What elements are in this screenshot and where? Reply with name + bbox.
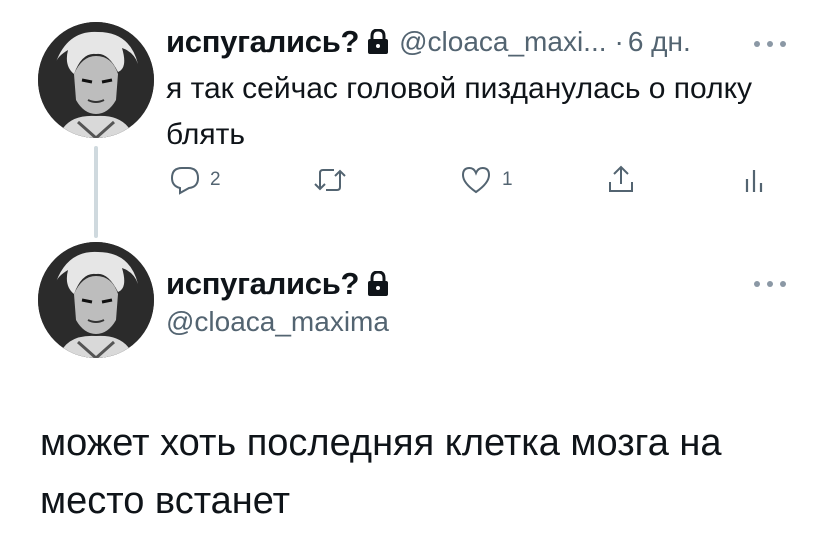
tweet-header: испугались? [166, 264, 389, 304]
more-dots-icon[interactable] [754, 38, 786, 50]
lock-icon [368, 29, 389, 54]
handle[interactable]: @cloaca_maxi... [399, 26, 606, 58]
heart-icon [461, 166, 491, 194]
avatar[interactable] [38, 242, 154, 358]
reply-button[interactable]: 2 [170, 160, 221, 200]
reply-icon [170, 167, 200, 195]
retweet-icon [314, 169, 346, 191]
tweet-thread: испугались? @cloaca_maxi... · 6 дн. я та… [0, 0, 828, 538]
thread-connector [94, 146, 98, 238]
reply-count: 2 [210, 169, 221, 190]
avatar[interactable] [38, 22, 154, 138]
analytics-icon [745, 170, 763, 192]
display-name[interactable]: испугались? [166, 24, 359, 60]
like-button[interactable]: 1 [460, 160, 513, 200]
like-count: 1 [502, 169, 513, 190]
handle[interactable]: @cloaca_maxima [166, 306, 389, 338]
tweet-actions: 2 1 [170, 160, 770, 200]
tweet-text: может хоть последняя клетка мозга на мес… [40, 422, 722, 522]
avatar-image [38, 22, 154, 138]
more-dots-icon[interactable] [754, 278, 786, 290]
tweet-text: я так сейчас головой пизданулась о полку… [166, 72, 753, 151]
timestamp[interactable]: 6 дн. [628, 26, 691, 58]
share-icon [609, 165, 633, 192]
separator-dot: · [614, 26, 624, 57]
display-name[interactable]: испугались? [166, 266, 359, 302]
lock-icon [368, 271, 389, 296]
share-button[interactable] [606, 160, 636, 200]
avatar-image [38, 242, 154, 358]
retweet-button[interactable] [312, 160, 358, 200]
analytics-button[interactable] [744, 160, 764, 200]
tweet-header: испугались? @cloaca_maxi... · 6 дн. [166, 22, 691, 62]
